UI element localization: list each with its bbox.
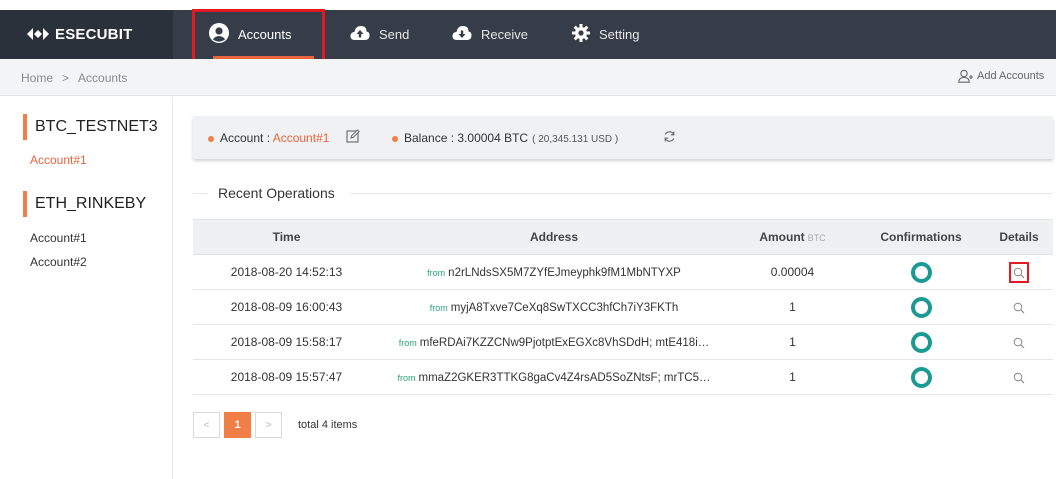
from-tag: from [427,268,446,278]
magnifier-icon[interactable] [1013,372,1025,384]
cell-time: 2018-08-09 16:00:43 [193,289,380,325]
sidebar-item-eth-account-1[interactable]: Account#1 [30,231,87,245]
add-user-icon [958,69,973,83]
cell-address: from mmaZ2GKER3TTKG8gaCv4Z4rsAD5SoZNtsF; … [380,359,728,395]
cloud-upload-icon [350,25,370,44]
cell-details [985,289,1053,325]
confirmation-ring-icon [910,366,932,388]
sidebar-item-eth-account-2[interactable]: Account#2 [30,255,87,269]
nav-setting[interactable]: Setting [572,10,639,59]
operations-table: Time Address Amount BTC Confirmations Det… [193,219,1053,395]
cell-confirmations [857,324,985,360]
magnifier-icon[interactable] [1013,337,1025,349]
nav-receive[interactable]: Receive [452,10,528,59]
prev-page-button[interactable]: < [193,412,220,438]
add-accounts-label: Add Accounts [977,70,1045,82]
table-row: 2018-08-09 15:57:47 from mmaZ2GKER3TTKG8g… [193,359,1053,395]
column-header-details: Details [985,219,1053,255]
table-header-row: Time Address Amount BTC Confirmations Det… [193,219,1053,255]
breadcrumb-separator: > [62,71,70,85]
table-row: 2018-08-09 16:00:43 from myjA8Txve7CeXq8S… [193,289,1053,325]
breadcrumb-current: Accounts [78,71,128,85]
section-title: Recent Operations [218,185,335,201]
nav-send-label: Send [379,27,410,42]
nav-setting-label: Setting [599,27,640,42]
bullet-dot [208,135,214,142]
balance-label: Balance : [404,131,455,145]
account-label: Account : [220,131,271,145]
next-page-button[interactable]: > [255,412,282,438]
balance-fiat: ( 20,345.131 USD ) [532,134,619,145]
gear-icon [572,24,590,45]
brand-logo[interactable]: ESECUBIT [0,10,173,59]
cell-details [985,359,1053,395]
highlight-box-details [1009,261,1029,283]
cell-details [985,254,1053,290]
account-name: Account#1 [272,131,330,145]
top-navbar: ESECUBIT Accounts Send Receive Setting [0,10,1056,59]
sidebar-item-btc-account-1[interactable]: Account#1 [30,153,87,167]
confirmation-ring-icon [910,296,932,318]
add-accounts-button[interactable]: Add Accounts [958,69,1044,83]
cell-confirmations [857,254,985,290]
bullet-dot [392,135,398,142]
column-header-amount: Amount BTC [728,219,857,255]
column-header-time: Time [193,219,380,255]
balance-value: 3.00004 BTC [457,131,529,145]
sidebar: BTC_TESTNET3 Account#1 ETH_RINKEBY Accou… [0,97,173,479]
breadcrumb: Home > Accounts [21,71,127,85]
total-items: total 4 items [298,419,358,431]
nav-receive-label: Receive [481,27,528,42]
sidebar-group-eth[interactable]: ETH_RINKEBY [23,191,146,217]
breadcrumb-home[interactable]: Home [21,71,53,85]
nav-send[interactable]: Send [350,10,409,59]
divider [193,193,208,194]
from-tag: from [397,373,416,383]
pagination: < 1 > total 4 items [193,412,357,438]
cell-amount: 1 [728,359,857,395]
column-header-confirmations: Confirmations [857,219,985,255]
magnifier-icon[interactable] [1013,302,1025,314]
address-text: mmaZ2GKER3TTKG8gaCv4Z4rsAD5SoZNtsF; mrTC… [418,372,711,384]
refresh-icon[interactable] [663,130,676,146]
confirmation-ring-icon [910,261,932,283]
amount-unit: BTC [807,233,826,243]
balance-info: Balance : 3.00004 BTC( 20,345.131 USD ) [392,131,618,145]
account-info: Account : Account#1 [208,131,329,145]
cloud-download-icon [452,25,472,44]
cell-amount: 1 [728,324,857,360]
address-text: myjA8Txve7CeXq8SwTXCC3hfCh7iY3FKTh [450,302,679,314]
cell-amount: 1 [728,289,857,325]
cell-time: 2018-08-09 15:58:17 [193,324,380,360]
table-row: 2018-08-09 15:58:17 from mfeRDAi7KZZCNw9P… [193,324,1053,360]
account-summary: Account : Account#1 Balance : 3.00004 BT… [193,116,1053,159]
cell-address: from mfeRDAi7KZZCNw9PjotptExEGXc8VhSDdH; … [380,324,728,360]
confirmation-ring-icon [910,331,932,353]
magnifier-icon[interactable] [1013,267,1025,279]
address-text: mfeRDAi7KZZCNw9PjotptExEGXc8VhSDdH; mtE4… [419,337,710,349]
logo-diamond-icon [27,28,49,40]
cell-details [985,324,1053,360]
column-header-address: Address [380,219,728,255]
amount-header-label: Amount [759,230,805,244]
cell-time: 2018-08-09 15:57:47 [193,359,380,395]
cell-time: 2018-08-20 14:52:13 [193,254,380,290]
edit-icon[interactable] [346,129,360,146]
cell-address: from n2rLNdsSX5M7ZYfEJmeyphk9fM1MbNTYXP [380,254,728,290]
brand-name: ESECUBIT [55,26,133,43]
address-text: n2rLNdsSX5M7ZYfEJmeyphk9fM1MbNTYXP [448,267,681,279]
cell-amount: 0.00004 [728,254,857,290]
from-tag: from [429,303,448,313]
cell-confirmations [857,359,985,395]
divider [350,193,1053,194]
sidebar-group-btc[interactable]: BTC_TESTNET3 [23,114,158,140]
from-tag: from [398,338,417,348]
cell-confirmations [857,289,985,325]
table-row: 2018-08-20 14:52:13 from n2rLNdsSX5M7ZYfE… [193,254,1053,290]
cell-address: from myjA8Txve7CeXq8SwTXCC3hfCh7iY3FKTh [380,289,728,325]
page-button-current[interactable]: 1 [224,412,251,438]
breadcrumb-bar: Home > Accounts Add Accounts [0,59,1056,96]
